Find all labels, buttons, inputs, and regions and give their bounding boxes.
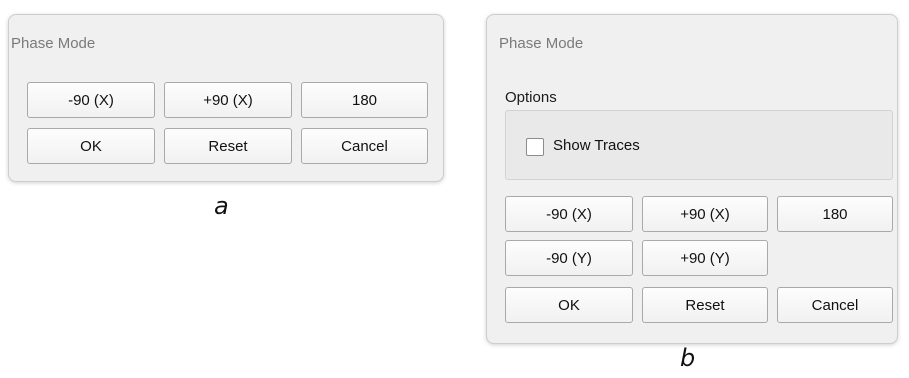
minus-90-x-button[interactable]: -90 (X): [27, 82, 155, 118]
cancel-button[interactable]: Cancel: [777, 287, 893, 323]
reset-button[interactable]: Reset: [164, 128, 292, 164]
minus-90-x-button[interactable]: -90 (X): [505, 196, 633, 232]
dialog-title: Phase Mode: [11, 35, 96, 52]
dialog-title: Phase Mode: [499, 35, 584, 52]
plus-90-x-button[interactable]: +90 (X): [642, 196, 768, 232]
plus-90-x-button[interactable]: +90 (X): [164, 82, 292, 118]
show-traces-checkbox[interactable]: [526, 138, 544, 156]
show-traces-label[interactable]: Show Traces: [553, 137, 640, 154]
ok-button[interactable]: OK: [505, 287, 633, 323]
cancel-button[interactable]: Cancel: [301, 128, 428, 164]
180-button[interactable]: 180: [777, 196, 893, 232]
options-group-box: Show Traces: [505, 110, 893, 180]
phase-mode-dialog-a: Phase Mode -90 (X) +90 (X) 180 OK Reset …: [8, 14, 444, 182]
reset-button[interactable]: Reset: [642, 287, 768, 323]
caption-a: a: [214, 192, 229, 220]
phase-mode-dialog-b: Phase Mode Options Show Traces -90 (X) +…: [486, 14, 898, 344]
plus-90-y-button[interactable]: +90 (Y): [642, 240, 768, 276]
180-button[interactable]: 180: [301, 82, 428, 118]
options-group-label: Options: [505, 89, 557, 106]
caption-b: b: [680, 344, 696, 372]
minus-90-y-button[interactable]: -90 (Y): [505, 240, 633, 276]
ok-button[interactable]: OK: [27, 128, 155, 164]
